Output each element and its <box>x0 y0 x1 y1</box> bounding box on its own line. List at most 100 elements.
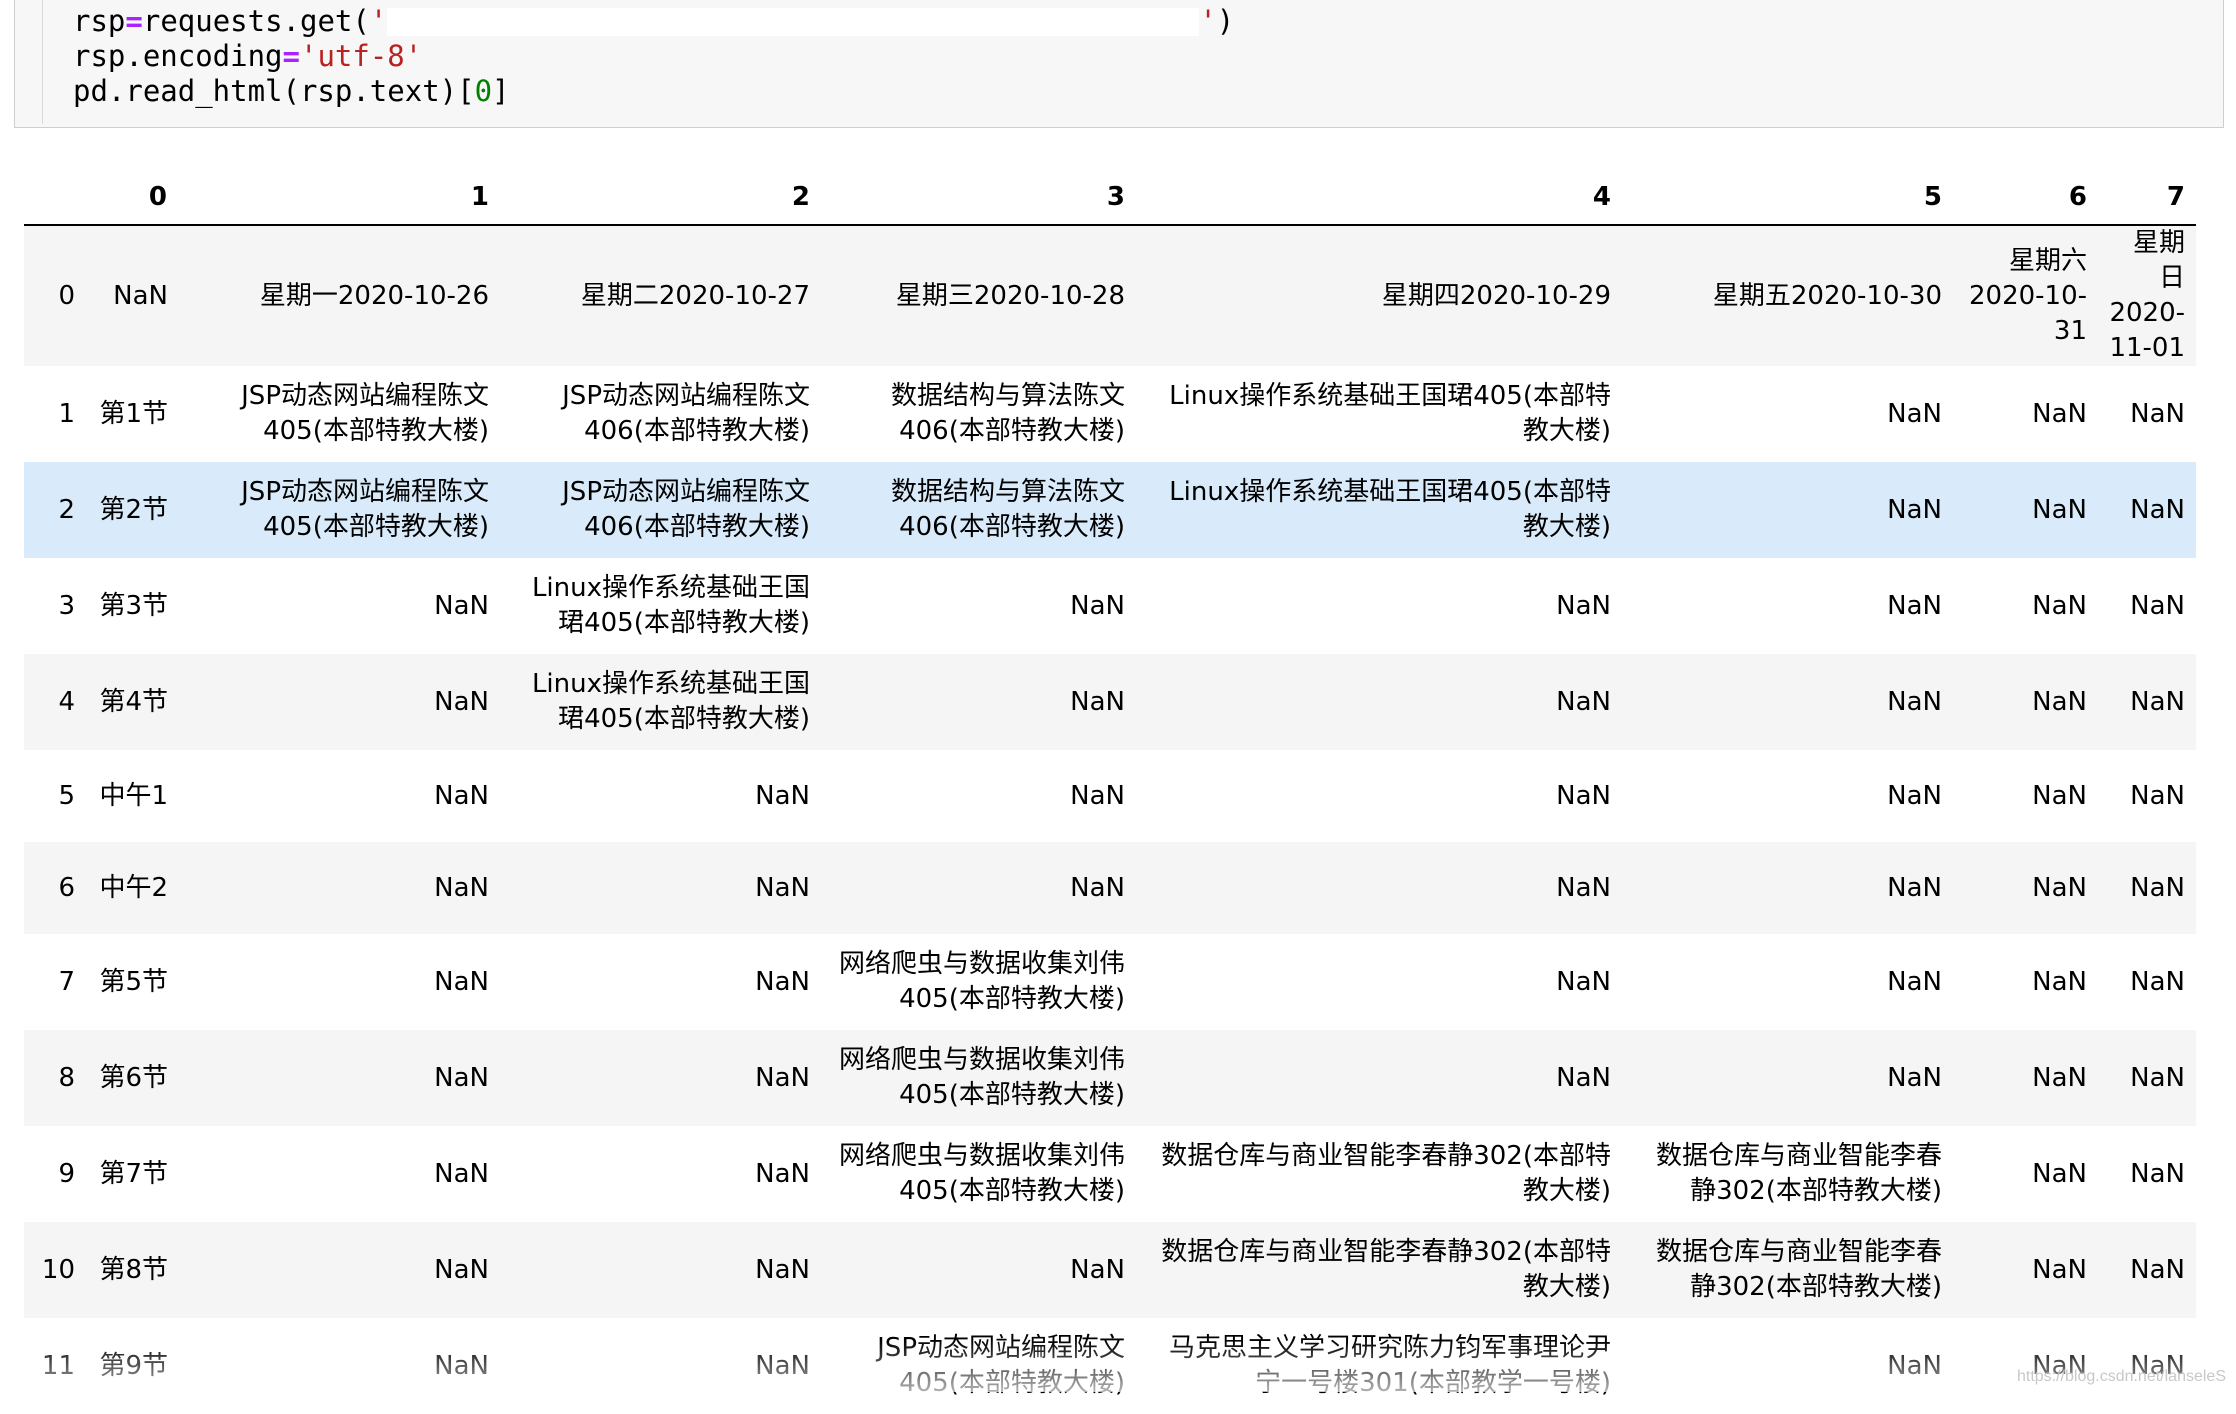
table-cell: NaN <box>2032 494 2087 525</box>
table-cell: NaN <box>2130 686 2185 717</box>
table-cell: 中午1 <box>99 780 168 811</box>
dataframe-table: 01234567 0 NaN 星期一2020-10-26 星期二2020-10-27 星… <box>24 170 2196 1414</box>
row-index: 3 <box>58 590 75 621</box>
table-row[interactable]: 11 第9节 NaN NaN JSP动态网站编程陈文405(本部特教大楼) 马克思主义学习… <box>24 1318 2196 1414</box>
table-cell: NaN <box>434 686 489 717</box>
table-cell: NaN <box>2032 686 2087 717</box>
table-row[interactable]: 8 第6节 NaN NaN 网络爬虫与数据收集刘伟405(本部特教大楼) NaN NaN Na… <box>24 1030 2196 1126</box>
table-cell: 第3节 <box>99 590 168 621</box>
column-header: 4 <box>1136 170 1622 226</box>
table-cell: 数据仓库与商业智能李春静302(本部特教大楼) <box>1161 1237 1611 1302</box>
table-cell: NaN <box>434 1350 489 1381</box>
table-cell: 马克思主义学习研究陈力钧军事理论尹宁一号楼301(本部教学一号楼) <box>1168 1333 1611 1398</box>
table-cell: NaN <box>2130 494 2185 525</box>
table-cell: Linux操作系统基础王国珺405(本部特教大楼) <box>531 573 810 638</box>
column-header: 7 <box>2098 170 2196 226</box>
table-row[interactable]: 0 NaN 星期一2020-10-26 星期二2020-10-27 星期三2020-10… <box>24 225 2196 366</box>
row-index: 7 <box>58 966 75 997</box>
table-cell: NaN <box>1556 686 1611 717</box>
table-row[interactable]: 9 第7节 NaN NaN 网络爬虫与数据收集刘伟405(本部特教大楼) 数据仓库与商业智… <box>24 1126 2196 1222</box>
table-cell: 中午2 <box>99 872 168 903</box>
table-cell: NaN <box>1556 780 1611 811</box>
code-line-2: rsp.encoding='utf-8' <box>73 39 423 73</box>
table-cell: 第9节 <box>99 1350 168 1381</box>
table-cell: NaN <box>2032 1254 2087 1285</box>
table-cell: JSP动态网站编程陈文406(本部特教大楼) <box>562 477 810 542</box>
row-index: 9 <box>58 1158 75 1189</box>
table-header: 01234567 <box>24 170 2196 226</box>
column-header: 1 <box>178 170 500 226</box>
table-cell: NaN <box>755 1062 810 1093</box>
table-cell: 第6节 <box>99 1062 168 1093</box>
table-cell: 第1节 <box>99 398 168 429</box>
redacted-url <box>387 8 1200 36</box>
code-cell[interactable]: rsp=requests.get(' ') rsp.encoding='utf-8… <box>14 0 2224 128</box>
column-header: 6 <box>1953 170 2098 226</box>
table-row[interactable]: 5 中午1 NaN NaN NaN NaN NaN NaN NaN <box>24 750 2196 842</box>
table-cell: NaN <box>1556 590 1611 621</box>
table-cell: NaN <box>434 1062 489 1093</box>
table-row[interactable]: 6 中午2 NaN NaN NaN NaN NaN NaN NaN <box>24 842 2196 934</box>
table-cell: 数据仓库与商业智能李春静302(本部特教大楼) <box>1161 1141 1611 1206</box>
table-cell: NaN <box>1070 686 1125 717</box>
table-cell: NaN <box>2032 966 2087 997</box>
table-cell: 星期一2020-10-26 <box>259 280 489 311</box>
table-cell: NaN <box>1887 494 1942 525</box>
table-cell: 第7节 <box>99 1158 168 1189</box>
table-cell: NaN <box>434 590 489 621</box>
header-row: 01234567 <box>24 170 2196 226</box>
table-row[interactable]: 3 第3节 NaN Linux操作系统基础王国珺405(本部特教大楼) NaN NaN Na… <box>24 558 2196 654</box>
table-cell: NaN <box>2130 966 2185 997</box>
table-cell: Linux操作系统基础王国珺405(本部特教大楼) <box>1169 477 1611 542</box>
column-header: 0 <box>86 170 178 226</box>
table-cell: NaN <box>1887 398 1942 429</box>
table-cell: 数据仓库与商业智能李春静302(本部特教大楼) <box>1655 1237 1942 1302</box>
table-cell: NaN <box>1887 590 1942 621</box>
watermark: https://blog.csdn.net/lanseleS <box>2016 1368 2226 1385</box>
row-index: 11 <box>41 1350 75 1381</box>
table-cell: NaN <box>2130 872 2185 903</box>
table-row[interactable]: 2 第2节 JSP动态网站编程陈文405(本部特教大楼) JSP动态网站编程陈文406… <box>24 462 2196 558</box>
table-cell: NaN <box>1070 780 1125 811</box>
table-row[interactable]: 7 第5节 NaN NaN 网络爬虫与数据收集刘伟405(本部特教大楼) NaN NaN Na… <box>24 934 2196 1030</box>
table-cell: NaN <box>434 966 489 997</box>
row-index: 0 <box>58 280 75 311</box>
table-cell: NaN <box>2130 1062 2185 1093</box>
table-cell: NaN <box>1887 872 1942 903</box>
row-index: 10 <box>41 1254 75 1285</box>
table-cell: NaN <box>2130 590 2185 621</box>
table-cell: NaN <box>2130 1254 2185 1285</box>
table-cell: JSP动态网站编程陈文405(本部特教大楼) <box>241 477 489 542</box>
table-cell: NaN <box>755 1350 810 1381</box>
table-cell: NaN <box>755 872 810 903</box>
table-cell: NaN <box>1556 966 1611 997</box>
row-index: 8 <box>58 1062 75 1093</box>
table-cell: 网络爬虫与数据收集刘伟405(本部特教大楼) <box>838 1045 1125 1110</box>
table-cell: JSP动态网站编程陈文406(本部特教大楼) <box>562 381 810 446</box>
table-row[interactable]: 10 第8节 NaN NaN NaN 数据仓库与商业智能李春静302(本部特教大楼) 数据仓… <box>24 1222 2196 1318</box>
table-row[interactable]: 1 第1节 JSP动态网站编程陈文405(本部特教大楼) JSP动态网站编程陈文406… <box>24 366 2196 462</box>
table-cell: NaN <box>1556 1062 1611 1093</box>
code-line-1: rsp=requests.get(' ') <box>73 4 1235 38</box>
column-header <box>24 170 86 226</box>
table-cell: NaN <box>1070 1254 1125 1285</box>
table-cell: NaN <box>2032 1158 2087 1189</box>
table-cell: 数据仓库与商业智能李春静302(本部特教大楼) <box>1655 1141 1942 1206</box>
table-cell: NaN <box>2032 398 2087 429</box>
table-cell: 网络爬虫与数据收集刘伟405(本部特教大楼) <box>838 1141 1125 1206</box>
table-cell: NaN <box>434 1254 489 1285</box>
table-cell: NaN <box>1887 1062 1942 1093</box>
table-cell: Linux操作系统基础王国珺405(本部特教大楼) <box>1169 381 1611 446</box>
table-cell: 第2节 <box>99 494 168 525</box>
table-cell: NaN <box>113 280 168 311</box>
table-cell: Linux操作系统基础王国珺405(本部特教大楼) <box>531 669 810 734</box>
table-cell: NaN <box>434 1158 489 1189</box>
table-row[interactable]: 4 第4节 NaN Linux操作系统基础王国珺405(本部特教大楼) NaN NaN Na… <box>24 654 2196 750</box>
code-editor[interactable]: rsp=requests.get(' ') rsp.encoding='utf-8… <box>73 4 1234 109</box>
table-cell: 星期日2020-11-01 <box>2109 228 2185 363</box>
column-header: 2 <box>500 170 821 226</box>
table-cell: 星期四2020-10-29 <box>1381 280 1611 311</box>
table-cell: 星期二2020-10-27 <box>580 280 810 311</box>
table-cell: NaN <box>2032 872 2087 903</box>
table-cell: NaN <box>755 1254 810 1285</box>
